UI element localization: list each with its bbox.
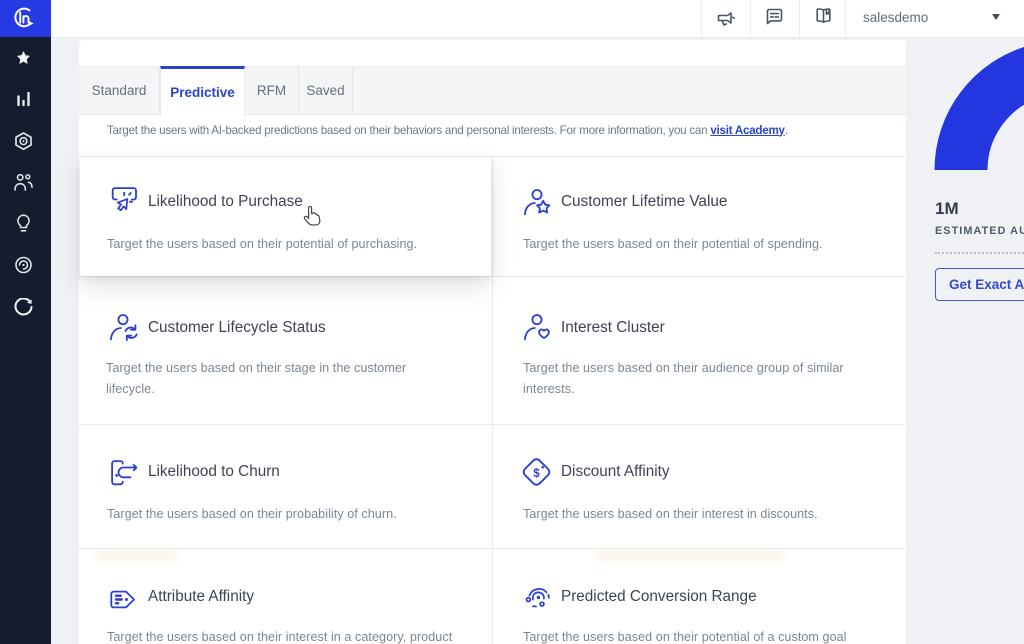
svg-text:$: $ <box>533 468 540 480</box>
